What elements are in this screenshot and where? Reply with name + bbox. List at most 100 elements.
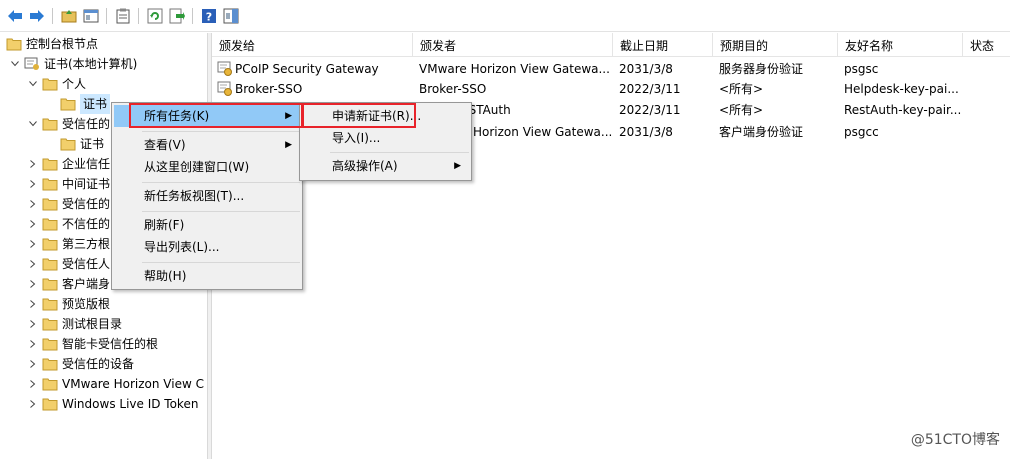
cell-friendly-name: RestAuth-key-pair... <box>844 103 961 117</box>
column-expiration[interactable]: 截止日期 <box>613 33 713 57</box>
chevron-right-icon[interactable] <box>28 199 38 209</box>
tree-item-trusted-devices[interactable]: 受信任的设备 <box>28 354 134 374</box>
refresh-icon[interactable] <box>146 7 164 25</box>
chevron-right-icon[interactable] <box>28 219 38 229</box>
tree-item-trusted-publishers[interactable]: 受信任的 <box>28 194 110 214</box>
chevron-right-icon: ▶ <box>285 140 292 150</box>
cell-friendly-name: psgsc <box>844 62 879 76</box>
tree-item-personal-certificates[interactable]: 证书 <box>60 94 111 114</box>
menu-item-export-list[interactable]: 导出列表(L)... <box>114 236 300 258</box>
folder-icon <box>42 178 58 191</box>
menu-item-refresh[interactable]: 刷新(F) <box>114 214 300 236</box>
menu-item-new-taskpad[interactable]: 新任务板视图(T)... <box>114 185 300 207</box>
chevron-right-icon[interactable] <box>28 159 38 169</box>
export-list-icon[interactable] <box>168 7 186 25</box>
tree-item-test-root[interactable]: 测试根目录 <box>28 314 122 334</box>
menu-item-view[interactable]: 查看(V) ▶ <box>114 134 300 156</box>
svg-text:?: ? <box>206 11 212 24</box>
tree-item-trusted-people[interactable]: 受信任人 <box>28 254 110 274</box>
menu-separator <box>330 152 469 153</box>
tree-item-label: 智能卡受信任的根 <box>62 337 159 351</box>
show-hide-tree-icon[interactable] <box>82 7 100 25</box>
tree-item-smart-card-root[interactable]: 智能卡受信任的根 <box>28 334 158 354</box>
tree-item-preview-root[interactable]: 预览版根 <box>28 294 110 314</box>
tree-item-intermediate[interactable]: 中间证书 <box>28 174 110 194</box>
toolbar: ? <box>0 0 1010 32</box>
tree-item-label: 受信任人 <box>62 257 111 271</box>
tree-item-label: 证书 <box>80 137 105 151</box>
menu-item-label: 高级操作(A) <box>332 159 398 173</box>
chevron-down-icon[interactable] <box>10 59 20 69</box>
tree-item-label: 受信任的 <box>62 117 111 131</box>
context-menu: 所有任务(K) ▶ 查看(V) ▶ 从这里创建窗口(W) 新任务板视图(T)..… <box>111 102 303 290</box>
tree-item-third-party-root[interactable]: 第三方根 <box>28 234 110 254</box>
menu-item-label: 帮助(H) <box>144 269 187 283</box>
folder-icon <box>42 198 58 211</box>
tree-item-label: 中间证书 <box>62 177 111 191</box>
cell-expiration: 2031/3/8 <box>619 125 673 139</box>
chevron-right-icon[interactable] <box>28 179 38 189</box>
back-icon[interactable] <box>6 7 24 25</box>
tree-item-label: 测试根目录 <box>62 317 123 331</box>
tree-item-client-auth[interactable]: 客户端身 <box>28 274 110 294</box>
chevron-right-icon[interactable] <box>28 339 38 349</box>
folder-icon <box>42 118 58 131</box>
tree-item-label: 第三方根 <box>62 237 111 251</box>
menu-item-advanced-operations[interactable]: 高级操作(A) ▶ <box>302 155 469 177</box>
chevron-right-icon[interactable] <box>28 319 38 329</box>
column-intended-purpose[interactable]: 预期目的 <box>713 33 838 57</box>
tree-item-personal[interactable]: 个人 <box>28 74 86 94</box>
folder-icon <box>42 258 58 271</box>
action-pane-icon[interactable] <box>222 7 240 25</box>
tree-item-enterprise-trust[interactable]: 企业信任 <box>28 154 110 174</box>
menu-item-label: 从这里创建窗口(W) <box>144 160 250 174</box>
forward-icon[interactable] <box>28 7 46 25</box>
folder-icon <box>42 278 58 291</box>
folder-icon <box>42 338 58 351</box>
menu-item-label: 查看(V) <box>144 138 186 152</box>
tree-item-certificates-local[interactable]: 证书(本地计算机) <box>10 54 137 74</box>
certificate-list: 颁发给 颁发者 截止日期 预期目的 友好名称 状态 PCoIP Security… <box>212 33 1010 459</box>
chevron-right-icon[interactable] <box>28 359 38 369</box>
cell-friendly-name: Helpdesk-key-pai... <box>844 82 959 96</box>
chevron-right-icon[interactable] <box>28 399 38 409</box>
folder-icon <box>42 358 58 371</box>
folder-icon <box>60 138 76 151</box>
annotation-highlight-request-certificate <box>302 103 416 128</box>
chevron-right-icon[interactable] <box>28 299 38 309</box>
menu-item-help[interactable]: 帮助(H) <box>114 265 300 287</box>
chevron-down-icon[interactable] <box>28 119 38 129</box>
chevron-right-icon[interactable] <box>28 279 38 289</box>
cell-purpose: 客户端身份验证 <box>719 125 804 139</box>
tree-item-windows-live-id[interactable]: Windows Live ID Token <box>28 394 198 414</box>
cell-expiration: 2031/3/8 <box>619 62 673 76</box>
tree-item-vmware-horizon[interactable]: VMware Horizon View C <box>28 374 204 394</box>
column-issued-to[interactable]: 颁发给 <box>212 33 413 57</box>
folder-icon <box>42 378 58 391</box>
properties-icon[interactable] <box>114 7 132 25</box>
folder-icon <box>42 158 58 171</box>
chevron-right-icon[interactable] <box>28 259 38 269</box>
certificate-icon <box>217 61 232 76</box>
up-folder-icon[interactable] <box>60 7 78 25</box>
column-status[interactable]: 状态 <box>963 33 1010 57</box>
column-friendly-name[interactable]: 友好名称 <box>838 33 963 57</box>
annotation-highlight-all-tasks <box>129 103 303 128</box>
help-icon[interactable]: ? <box>200 7 218 25</box>
chevron-right-icon[interactable] <box>28 239 38 249</box>
tree-item-label: VMware Horizon View C <box>62 377 204 391</box>
tree-item-untrusted[interactable]: 不信任的 <box>28 214 110 234</box>
column-issuer[interactable]: 颁发者 <box>413 33 613 57</box>
cell-issuer: Broker-SSO <box>419 82 487 96</box>
menu-item-label: 刷新(F) <box>144 218 185 232</box>
menu-item-new-window[interactable]: 从这里创建窗口(W) <box>114 156 300 178</box>
chevron-right-icon[interactable] <box>28 379 38 389</box>
cell-issuer: VMware Horizon View Gatewa... <box>419 62 610 76</box>
tree-item-console-root[interactable]: 控制台根节点 <box>6 34 98 54</box>
menu-separator <box>142 131 300 132</box>
chevron-down-icon[interactable] <box>28 79 38 89</box>
tree-item-label: 控制台根节点 <box>26 37 99 51</box>
menu-item-import[interactable]: 导入(I)... <box>302 127 469 149</box>
tree-item-trusted-root[interactable]: 受信任的 <box>28 114 110 134</box>
tree-item-trusted-root-certificates[interactable]: 证书 <box>60 134 104 154</box>
